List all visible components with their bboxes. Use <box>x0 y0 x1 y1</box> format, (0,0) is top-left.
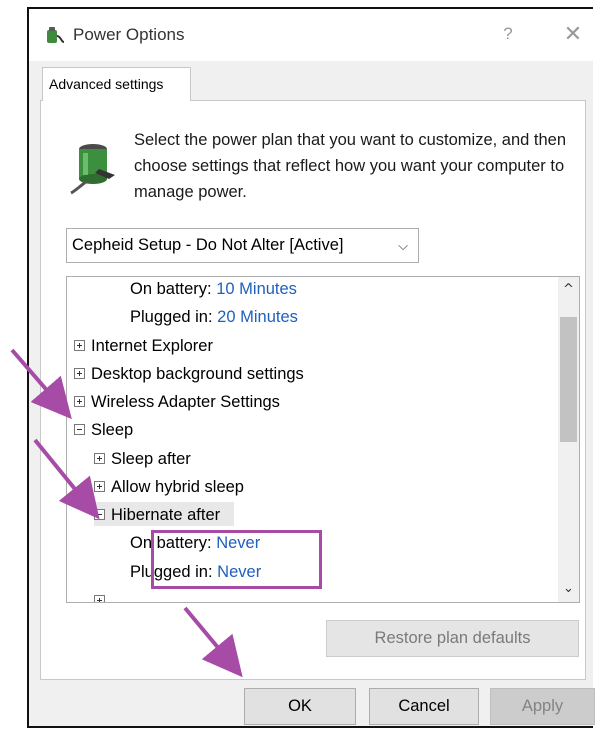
apply-button[interactable]: Apply <box>490 688 595 725</box>
tree-item-label: Hibernate after <box>111 506 221 524</box>
tree-row-value[interactable]: 20 Minutes <box>217 308 298 326</box>
window-title: Power Options <box>73 25 185 44</box>
advanced-settings-panel: Select the power plan that you want to c… <box>40 100 586 680</box>
tree-item-wireless-adapter[interactable]: Wireless Adapter Settings <box>74 390 280 414</box>
expand-icon[interactable] <box>74 368 85 379</box>
tree-item-hibernate-after[interactable]: Hibernate after <box>94 503 220 527</box>
tree-item-partial <box>94 589 111 602</box>
close-icon: ✕ <box>563 22 583 47</box>
tree-item-desktop-background[interactable]: Desktop background settings <box>74 362 304 386</box>
tree-row-on-battery-sleep[interactable]: On battery: 10 Minutes <box>130 277 297 301</box>
expand-icon <box>94 595 105 602</box>
tree-item-label: Internet Explorer <box>91 337 213 355</box>
tree-row-value[interactable]: 10 Minutes <box>216 280 297 298</box>
power-plan-select[interactable]: Cepheid Setup - Do Not Alter [Active] ⌵ <box>66 228 419 263</box>
power-options-icon <box>47 27 65 43</box>
chevron-down-icon: ⌵ <box>398 238 408 253</box>
tree-row-label: Plugged in: <box>130 308 213 326</box>
tree-item-sleep-after[interactable]: Sleep after <box>94 447 191 471</box>
description-text: Select the power plan that you want to c… <box>134 131 567 201</box>
tree-row-plugged-in-sleep[interactable]: Plugged in: 20 Minutes <box>130 305 298 329</box>
scroll-down-arrow-icon[interactable]: ⌄ <box>558 576 579 602</box>
close-button[interactable]: ✕ <box>559 21 587 49</box>
help-button[interactable]: ? <box>495 21 521 47</box>
tree-item-label: Sleep <box>91 421 134 439</box>
tree-item-label: Sleep after <box>111 450 191 468</box>
tree-item-label: Desktop background settings <box>91 365 304 383</box>
scroll-up-arrow-icon[interactable]: ^ <box>558 277 579 303</box>
tree-item-sleep[interactable]: Sleep <box>74 418 133 442</box>
collapse-icon[interactable] <box>94 509 105 520</box>
expand-icon[interactable] <box>94 453 105 464</box>
settings-tree: On battery: 10 Minutes Plugged in: 20 Mi… <box>66 276 580 603</box>
tree-scrollbar[interactable]: ^ ⌄ <box>558 277 579 602</box>
battery-plug-icon <box>70 144 115 195</box>
cancel-button[interactable]: Cancel <box>369 688 479 725</box>
restore-plan-defaults-button[interactable]: Restore plan defaults <box>326 620 579 657</box>
tree-item-label: Wireless Adapter Settings <box>91 393 280 411</box>
tree-item-internet-explorer[interactable]: Internet Explorer <box>74 334 213 358</box>
tree-item-label: Allow hybrid sleep <box>111 478 244 496</box>
expand-icon[interactable] <box>94 481 105 492</box>
expand-icon[interactable] <box>74 396 85 407</box>
power-plan-value: Cepheid Setup - Do Not Alter [Active] <box>72 236 344 254</box>
scroll-thumb[interactable] <box>560 317 577 442</box>
collapse-icon[interactable] <box>74 424 85 435</box>
annotation-highlight-box <box>151 530 322 589</box>
tree-item-allow-hybrid-sleep[interactable]: Allow hybrid sleep <box>94 475 244 499</box>
power-options-dialog: Power Options ? ✕ Advanced settings Sele… <box>27 7 595 728</box>
ok-button[interactable]: OK <box>244 688 356 725</box>
tree-row-label: On battery: <box>130 280 212 298</box>
tab-advanced-settings[interactable]: Advanced settings <box>42 67 191 101</box>
title-bar: Power Options ? ✕ <box>29 9 593 61</box>
expand-icon[interactable] <box>74 340 85 351</box>
